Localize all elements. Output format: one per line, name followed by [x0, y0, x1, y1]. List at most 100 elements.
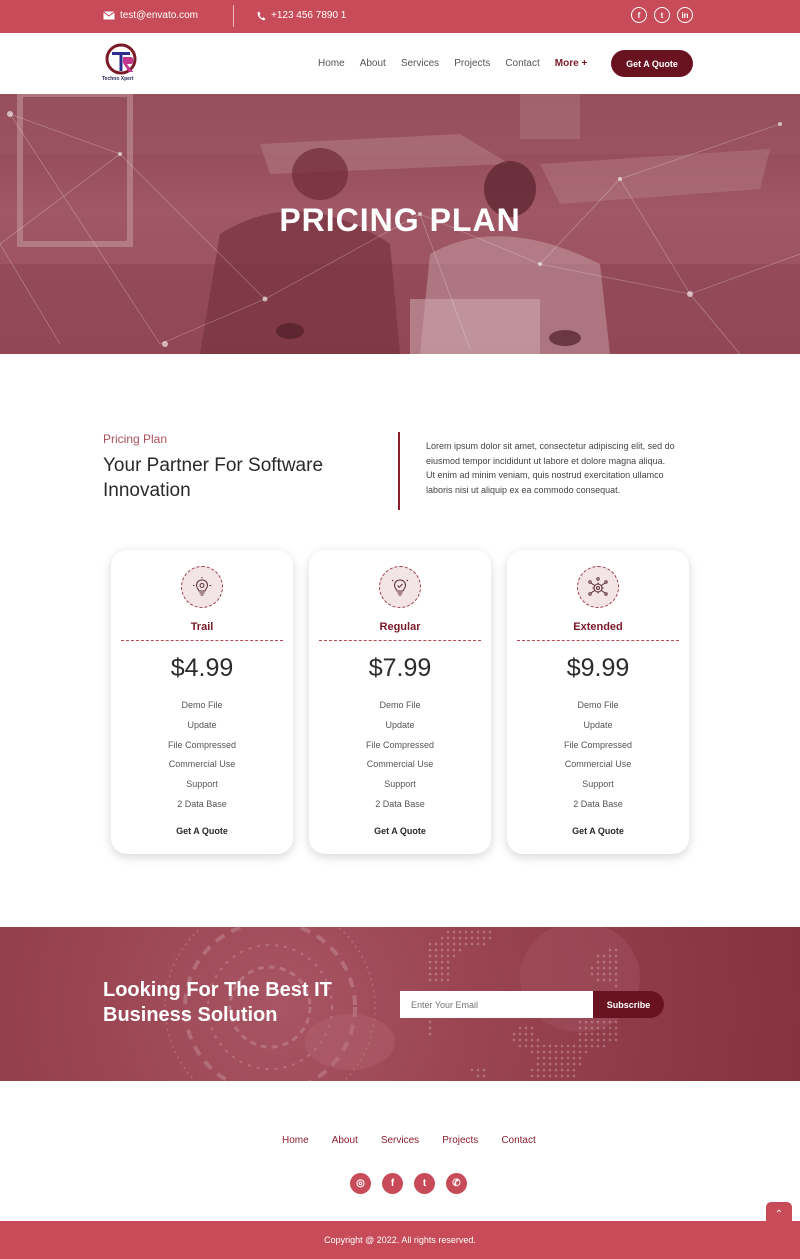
map-dot [596, 1026, 600, 1030]
map-dot [452, 936, 456, 940]
map-dot [584, 1044, 588, 1048]
twitter-icon[interactable]: t [654, 7, 670, 23]
map-dot [446, 954, 450, 958]
newsletter-email-input[interactable] [400, 991, 593, 1018]
map-dot [482, 936, 486, 940]
plan-feature: File Compressed [167, 739, 237, 750]
plan-feature: File Compressed [365, 739, 435, 750]
map-dot [554, 1062, 558, 1066]
map-dot [536, 1050, 540, 1054]
map-dot [542, 1050, 546, 1054]
map-dot [434, 948, 438, 952]
whatsapp-icon[interactable]: ✆ [446, 1173, 467, 1194]
map-dot [548, 1056, 552, 1060]
topbar-divider [233, 5, 234, 27]
map-dot [578, 1038, 582, 1042]
map-dot [434, 942, 438, 946]
map-dot [596, 954, 600, 958]
instagram-icon[interactable]: ◎ [350, 1173, 371, 1194]
map-dot [452, 930, 456, 934]
newsletter-section: Looking For The Best IT Business Solutio… [0, 927, 800, 1081]
map-dot [554, 1074, 558, 1078]
map-dot [566, 1062, 570, 1066]
pricing-card-trail: Trail $4.99 Demo File Update File Compre… [111, 550, 293, 854]
nav-item-about[interactable]: About [360, 58, 386, 69]
map-dot [614, 972, 618, 976]
map-dot [530, 1026, 534, 1030]
map-dot [602, 966, 606, 970]
map-dot [434, 960, 438, 964]
map-dot [614, 960, 618, 964]
copyright-bar: Copyright @ 2022. All rights reserved. [0, 1221, 800, 1259]
footer-link-projects[interactable]: Projects [442, 1135, 478, 1146]
plan-name: Extended [573, 621, 623, 633]
plan-get-quote-link[interactable]: Get A Quote [111, 826, 293, 836]
map-dot [608, 966, 612, 970]
footer-link-home[interactable]: Home [282, 1135, 309, 1146]
plan-get-quote-link[interactable]: Get A Quote [309, 826, 491, 836]
map-dot [590, 1032, 594, 1036]
map-dot [428, 966, 432, 970]
map-dot [428, 960, 432, 964]
map-dot [458, 936, 462, 940]
footer-link-about[interactable]: About [332, 1135, 358, 1146]
section-tag: Pricing Plan [103, 432, 168, 446]
facebook-icon[interactable]: f [382, 1173, 403, 1194]
map-dot [488, 930, 492, 934]
subscribe-button[interactable]: Subscribe [593, 991, 664, 1018]
map-dot [578, 1026, 582, 1030]
map-dot [458, 948, 462, 952]
map-dot [524, 1026, 528, 1030]
nav-item-projects[interactable]: Projects [454, 58, 490, 69]
topbar-phone[interactable]: +123 456 7890 1 [257, 10, 346, 21]
hero-banner: PRICING PLAN [0, 94, 800, 354]
map-dot [452, 948, 456, 952]
topbar-email[interactable]: test@envato.com [103, 10, 198, 21]
plan-feature: 2 Data Base [573, 798, 623, 809]
map-dot [482, 930, 486, 934]
twitter-icon[interactable]: t [414, 1173, 435, 1194]
map-dot [614, 966, 618, 970]
map-dot [428, 972, 432, 976]
copyright-text: Copyright @ 2022. All rights reserved. [324, 1235, 476, 1245]
footer-link-contact[interactable]: Contact [501, 1135, 535, 1146]
logo[interactable]: Techno Xpert [102, 43, 141, 85]
map-dot [428, 978, 432, 982]
map-dot [446, 936, 450, 940]
map-dot [596, 1038, 600, 1042]
map-dot [614, 1038, 618, 1042]
nav-item-home[interactable]: Home [318, 58, 345, 69]
map-dot [602, 1044, 606, 1048]
plan-divider [319, 640, 481, 641]
map-dot [458, 930, 462, 934]
map-dot [428, 954, 432, 958]
plan-price: $9.99 [566, 654, 630, 682]
map-dot [560, 1068, 564, 1072]
map-dot [578, 1056, 582, 1060]
map-dot [488, 936, 492, 940]
plan-get-quote-link[interactable]: Get A Quote [507, 826, 689, 836]
map-dot [554, 1068, 558, 1072]
nav-item-services[interactable]: Services [401, 58, 439, 69]
pricing-card-extended: Extended $9.99 Demo File Update File Com… [507, 550, 689, 854]
map-dot [518, 1044, 522, 1048]
facebook-icon[interactable]: f [631, 7, 647, 23]
nav-item-contact[interactable]: Contact [505, 58, 539, 69]
map-dot [602, 954, 606, 958]
nav-item-more[interactable]: More + [555, 58, 588, 69]
map-dot [572, 1062, 576, 1066]
map-dot [518, 1038, 522, 1042]
map-dot [458, 942, 462, 946]
map-dot [608, 978, 612, 982]
map-dot [512, 1038, 516, 1042]
map-dot [530, 1038, 534, 1042]
footer-link-services[interactable]: Services [381, 1135, 419, 1146]
map-dot [440, 966, 444, 970]
map-dot [584, 1050, 588, 1054]
map-dot [578, 1032, 582, 1036]
get-quote-button[interactable]: Get A Quote [611, 50, 693, 77]
logo-mark-icon [105, 43, 137, 75]
topbar-phone-text: +123 456 7890 1 [271, 10, 347, 21]
map-dot [518, 1026, 522, 1030]
linkedin-icon[interactable]: in [677, 7, 693, 23]
